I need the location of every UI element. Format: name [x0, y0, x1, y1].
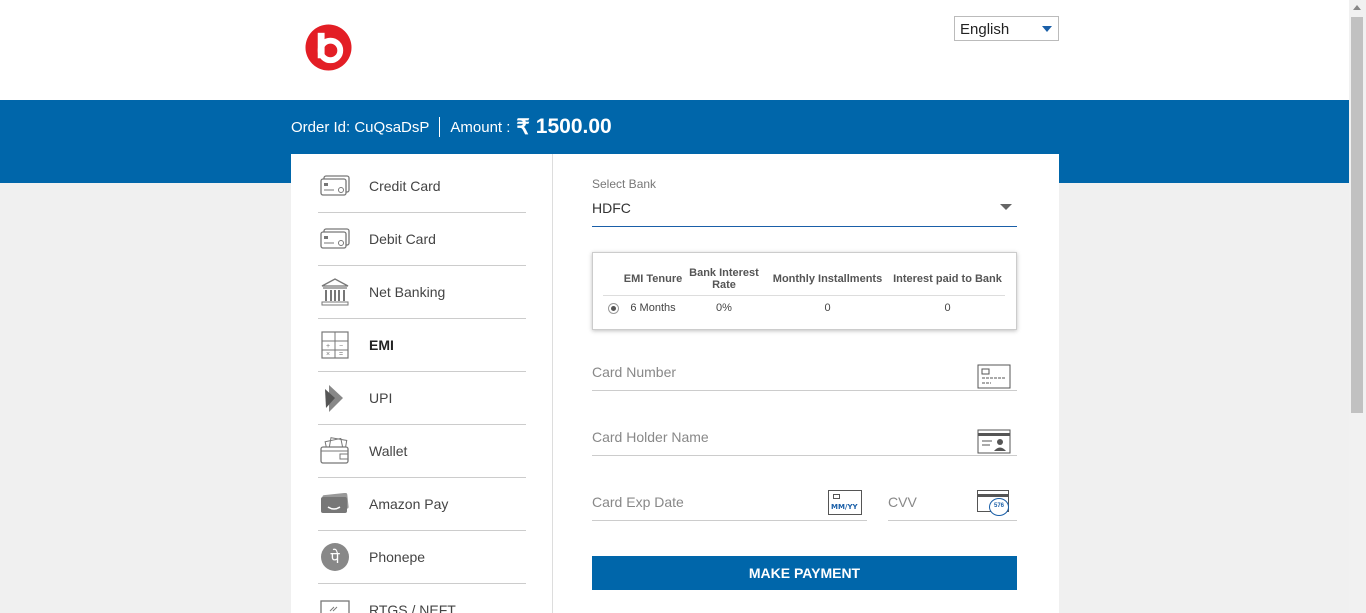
scrollbar-thumb[interactable]: [1351, 17, 1363, 413]
column-header-tenure: EMI Tenure: [623, 267, 683, 296]
beats-logo-icon[interactable]: [305, 24, 352, 71]
exp-icon-text: MM/YY: [831, 503, 858, 511]
cvv-field[interactable]: CVV 576: [888, 488, 1017, 521]
emi-plan-radio[interactable]: [607, 302, 619, 314]
sidebar-item-debit-card[interactable]: Debit Card: [318, 213, 526, 266]
tenure-cell: 6 Months: [630, 302, 676, 314]
order-divider: [439, 117, 441, 137]
order-id: Order Id: CuQsaDsP: [291, 118, 430, 136]
card-number-placeholder: Card Number: [592, 364, 677, 380]
column-header-interest-rate: Bank Interest Rate: [683, 267, 765, 296]
payment-card: Credit Card Debit Card Net Banking + − × = …: [291, 154, 1059, 613]
sidebar-item-label: Net Banking: [369, 284, 446, 300]
sidebar-item-label: UPI: [369, 390, 393, 406]
installments-cell: 0: [824, 302, 831, 314]
page-scrollbar[interactable]: [1349, 0, 1366, 613]
amount-value: 1500.00: [535, 115, 612, 138]
emi-radio-cell[interactable]: [603, 296, 623, 315]
svg-text:=: =: [339, 351, 343, 358]
card-exp-placeholder: Card Exp Date: [592, 494, 684, 510]
card-holder-placeholder: Card Holder Name: [592, 429, 709, 445]
id-card-icon: [977, 429, 1011, 454]
table-row[interactable]: 6 Months 0% 0 0: [603, 296, 1005, 315]
emi-plan-table: EMI Tenure Bank Interest Rate Monthly In…: [592, 252, 1017, 330]
cvv-sample: 576: [989, 498, 1009, 516]
svg-text:+: +: [326, 343, 330, 350]
rtgs-icon: [319, 594, 351, 613]
svg-text:पे: पे: [330, 548, 340, 567]
bank-icon: [319, 276, 351, 308]
sidebar-item-credit-card[interactable]: Credit Card: [318, 160, 526, 213]
column-header-installments: Monthly Installments: [765, 267, 890, 296]
sidebar-item-upi[interactable]: UPI: [318, 372, 526, 425]
select-bank-label: Select Bank: [592, 177, 657, 191]
sidebar-item-label: RTGS / NEFT: [369, 602, 456, 613]
cvv-placeholder: CVV: [888, 494, 917, 510]
upi-icon: [319, 382, 351, 414]
card-holder-name-field[interactable]: Card Holder Name: [592, 423, 1017, 456]
sidebar-item-label: Wallet: [369, 443, 408, 459]
svg-text:−: −: [339, 343, 343, 350]
payment-method-sidebar: Credit Card Debit Card Net Banking + − × = …: [291, 154, 553, 613]
sidebar-item-label: Phonepe: [369, 549, 426, 565]
sidebar-item-wallet[interactable]: Wallet: [318, 425, 526, 478]
svg-text:×: ×: [326, 351, 330, 358]
scroll-up-arrow-icon[interactable]: [1353, 5, 1361, 10]
cvv-card-icon: 576: [977, 490, 1011, 516]
wallet-icon: [319, 435, 351, 467]
chip-mark: [833, 494, 840, 499]
bank-select[interactable]: HDFC: [592, 198, 1017, 227]
amount-label: Amount :: [450, 118, 511, 136]
bank-select-value: HDFC: [592, 200, 631, 216]
sidebar-item-phonepe[interactable]: पे Phonepe: [318, 531, 526, 584]
emi-form: Select Bank HDFC EMI Tenure Bank Interes…: [592, 154, 1017, 613]
chevron-down-icon: [1042, 26, 1052, 32]
sidebar-item-label: Credit Card: [369, 178, 441, 194]
language-select[interactable]: English: [954, 16, 1059, 41]
calculator-icon: + − × =: [319, 329, 351, 361]
phonepe-icon: पे: [319, 541, 351, 573]
sidebar-item-amazon-pay[interactable]: Amazon Pay: [318, 478, 526, 531]
sidebar-item-label: Debit Card: [369, 231, 436, 247]
debit-card-icon: [319, 223, 351, 255]
calendar-card-icon: MM/YY: [828, 490, 862, 515]
credit-card-icon: [319, 170, 351, 202]
interest-cell: 0: [944, 302, 951, 314]
chevron-down-icon: [1000, 204, 1012, 210]
language-value: English: [960, 21, 1010, 38]
currency-symbol: ₹: [516, 115, 530, 139]
order-summary: Order Id: CuQsaDsP Amount : ₹ 1500.00: [291, 115, 612, 139]
radio-header: [603, 267, 623, 296]
column-header-interest-paid: Interest paid to Bank: [890, 267, 1005, 296]
sidebar-item-label: EMI: [369, 337, 394, 353]
sidebar-item-net-banking[interactable]: Net Banking: [318, 266, 526, 319]
card-exp-date-field[interactable]: Card Exp Date MM/YY: [592, 488, 867, 521]
card-number-icon: [977, 364, 1011, 389]
rate-cell: 0%: [716, 302, 732, 314]
sidebar-item-label: Amazon Pay: [369, 496, 449, 512]
amazon-pay-icon: [319, 488, 351, 520]
top-bar: English: [0, 0, 1349, 100]
make-payment-button[interactable]: MAKE PAYMENT: [592, 556, 1017, 590]
cvv-card-stripe: [977, 494, 1009, 497]
sidebar-item-emi[interactable]: + − × = EMI: [318, 319, 526, 372]
sidebar-item-rtgs-neft[interactable]: RTGS / NEFT: [318, 584, 526, 613]
card-number-field[interactable]: Card Number: [592, 358, 1017, 391]
